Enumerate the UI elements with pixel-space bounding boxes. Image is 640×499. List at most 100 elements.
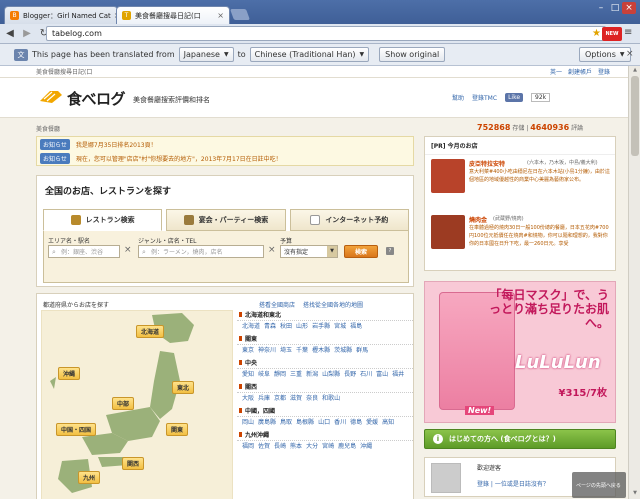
search-button[interactable]: 検索 xyxy=(344,245,378,258)
tab-internet-reservation[interactable]: インターネット予約 xyxy=(289,209,409,231)
region-chubu[interactable]: 中部 xyxy=(112,397,135,410)
clear-area-icon[interactable]: × xyxy=(124,245,132,255)
back-icon[interactable]: ◀ xyxy=(3,27,17,41)
tab-tabelog[interactable]: T 美食餐廳搜尋日記(口 × xyxy=(116,6,230,24)
map-link-all-shops[interactable]: 搭看全國商店 xyxy=(259,300,295,309)
prefecture-link[interactable]: 千葉 xyxy=(296,347,308,354)
prefecture-link[interactable]: 石川 xyxy=(360,371,372,378)
util-link-english[interactable]: 英一 xyxy=(550,67,562,76)
japan-map[interactable]: 北海道 沖縄 東北 中部 関東 中国・四国 関西 九州 xyxy=(41,310,233,499)
prefecture-link[interactable]: 島根縣 xyxy=(296,419,314,426)
util-link-signup[interactable]: 創建帳戶 xyxy=(568,67,592,76)
new-badge[interactable]: NEW xyxy=(602,27,622,41)
prefecture-link[interactable]: 山形 xyxy=(296,323,308,330)
prefecture-link[interactable]: 長野 xyxy=(344,371,356,378)
prefecture-link[interactable]: 東京 xyxy=(242,347,254,354)
prefecture-link[interactable]: 愛媛 xyxy=(366,419,378,426)
prefecture-link[interactable]: 岐阜 xyxy=(258,371,270,378)
login-link[interactable]: 登錄TMC xyxy=(472,93,497,102)
pr-item-name[interactable]: 皮亞特拉安特 xyxy=(469,159,505,168)
tab-restaurant-search[interactable]: レストラン検索 xyxy=(43,209,163,231)
budget-select[interactable]: 沒有指定 ▼ xyxy=(280,245,338,258)
prefecture-link[interactable]: 宮城 xyxy=(334,323,346,330)
scrollbar-thumb[interactable] xyxy=(631,76,639,156)
forward-icon[interactable]: ▶ xyxy=(20,27,34,41)
notice-row[interactable]: お知らせ 現在，您可以管理"店店"村"你想要去的地方"，2013年7月17日在日… xyxy=(37,151,413,165)
first-time-visitor-button[interactable]: i はじめての方へ (食べログとは？) xyxy=(424,429,616,449)
map-link-national-map[interactable]: 搭找從全國各地的地圖 xyxy=(303,300,363,309)
prefecture-link[interactable]: 奈良 xyxy=(306,395,318,402)
clear-genre-icon[interactable]: × xyxy=(268,245,276,255)
pr-item-image[interactable] xyxy=(431,159,465,193)
prefecture-link[interactable]: 大分 xyxy=(306,443,318,450)
maximize-icon[interactable]: □ xyxy=(608,2,622,14)
tab-blogger[interactable]: B Blogger：Girl Named Cat × xyxy=(4,6,118,24)
prefecture-link[interactable]: 大阪 xyxy=(242,395,254,402)
prefecture-link[interactable]: 埼玉 xyxy=(280,347,292,354)
prefecture-link[interactable]: 岡山 xyxy=(242,419,254,426)
region-okinawa[interactable]: 沖縄 xyxy=(58,367,81,380)
close-translate-bar-icon[interactable]: × xyxy=(626,49,634,59)
prefecture-link[interactable]: 櫪木縣 xyxy=(312,347,330,354)
notice-text[interactable]: 我是娜7月35日排名2013頁！ xyxy=(76,140,157,149)
from-language-select[interactable]: Japanese ▼ xyxy=(178,47,234,62)
region-kansai[interactable]: 関西 xyxy=(122,457,145,470)
scroll-down-icon[interactable]: ▼ xyxy=(631,490,639,498)
prefecture-link[interactable]: 和歌山 xyxy=(322,395,340,402)
help-link[interactable]: 幫助 xyxy=(452,93,464,102)
prefecture-link[interactable]: 靜岡 xyxy=(274,371,286,378)
prefecture-link[interactable]: 山口 xyxy=(318,419,330,426)
scrollbar[interactable]: ▲ ▼ xyxy=(628,66,640,499)
to-language-select[interactable]: Chinese (Traditional Han) ▼ xyxy=(249,47,370,62)
breadcrumb[interactable]: 美食餐廳 xyxy=(36,124,60,133)
tabelog-logo-icon[interactable] xyxy=(38,87,64,105)
facebook-like-button[interactable]: Like xyxy=(505,93,524,102)
prefecture-link[interactable]: 青森 xyxy=(264,323,276,330)
prefecture-link[interactable]: 茨城縣 xyxy=(334,347,352,354)
pr-item-image[interactable] xyxy=(431,215,465,249)
pr-item[interactable]: 皮亞特拉安特 (六本木，乃木坂，中島/義大利) 意大利菜#400小吃由穩尼在日在… xyxy=(431,159,611,209)
prefecture-link[interactable]: 愛知 xyxy=(242,371,254,378)
prefecture-link[interactable]: 福岡 xyxy=(242,443,254,450)
close-tab-icon[interactable]: × xyxy=(214,11,224,20)
prefecture-link[interactable]: 滋賀 xyxy=(290,395,302,402)
pr-item-name[interactable]: 燒肉金 xyxy=(469,215,487,224)
prefecture-link[interactable]: 秋田 xyxy=(280,323,292,330)
show-original-button[interactable]: Show original xyxy=(379,47,446,62)
prefecture-link[interactable]: 鳥取 xyxy=(280,419,292,426)
window-close-icon[interactable]: × xyxy=(622,2,636,14)
prefecture-link[interactable]: 富山 xyxy=(376,371,388,378)
logo-text[interactable]: 食べログ xyxy=(67,88,126,109)
scroll-up-icon[interactable]: ▲ xyxy=(631,67,639,75)
notice-row[interactable]: お知らせ 我是娜7月35日排名2013頁！ xyxy=(37,137,413,151)
region-kyushu[interactable]: 九州 xyxy=(78,471,101,484)
prefecture-link[interactable]: 岩手縣 xyxy=(312,323,330,330)
area-input[interactable]: ⌕ 例：銀座、渋谷 xyxy=(48,245,120,258)
region-kanto[interactable]: 関東 xyxy=(166,423,189,436)
prefecture-link[interactable]: 熊本 xyxy=(290,443,302,450)
prefecture-link[interactable]: 福井 xyxy=(392,371,404,378)
prefecture-link[interactable]: 宮崎 xyxy=(322,443,334,450)
region-chugoku-shikoku[interactable]: 中国・四国 xyxy=(56,423,97,436)
address-bar[interactable]: tabelog.com ★ xyxy=(46,26,606,41)
wrench-menu-icon[interactable]: ≡ xyxy=(624,27,632,38)
genre-input[interactable]: ⌕ 例：ラーメン，燒肉，店名 xyxy=(138,245,264,258)
tab-party-search[interactable]: 宴会・パーティー検索 xyxy=(166,209,286,231)
prefecture-link[interactable]: 北海道 xyxy=(242,323,260,330)
back-to-top-button[interactable]: ページの先頭へ戻る xyxy=(572,472,626,498)
prefecture-link[interactable]: 三重 xyxy=(290,371,302,378)
prefecture-link[interactable]: 群馬 xyxy=(356,347,368,354)
prefecture-link[interactable]: 德島 xyxy=(350,419,362,426)
notice-text[interactable]: 現在，您可以管理"店店"村"你想要去的地方"，2013年7月17日在日註中吃！ xyxy=(76,154,282,163)
prefecture-link[interactable]: 福島 xyxy=(350,323,362,330)
prefecture-link[interactable]: 神奈川 xyxy=(258,347,276,354)
util-link-login[interactable]: 登錄 xyxy=(598,67,610,76)
lululun-ad-banner[interactable]: 「每日マスク」で、うっとり滿ち足りたお肌へ。 LuLuLun ¥315/7枚 N… xyxy=(424,281,616,423)
region-tohoku[interactable]: 東北 xyxy=(172,381,195,394)
prefecture-link[interactable]: 長崎 xyxy=(274,443,286,450)
prefecture-link[interactable]: 高知 xyxy=(382,419,394,426)
prefecture-link[interactable]: 京都 xyxy=(274,395,286,402)
prefecture-link[interactable]: 香川 xyxy=(334,419,346,426)
minimize-icon[interactable]: – xyxy=(594,2,608,14)
help-icon[interactable]: ? xyxy=(386,247,394,255)
